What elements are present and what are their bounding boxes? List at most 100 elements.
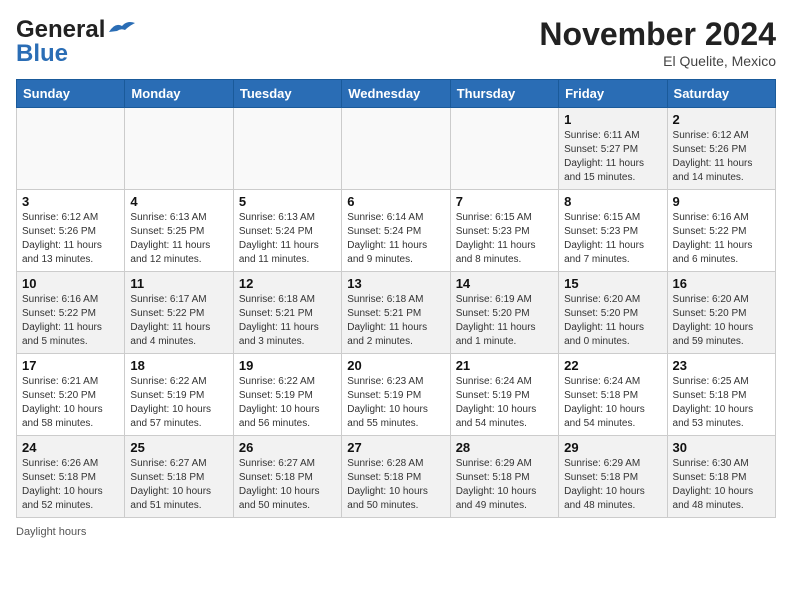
calendar-day-header: Friday xyxy=(559,80,667,108)
day-info: Sunrise: 6:18 AM Sunset: 5:21 PM Dayligh… xyxy=(239,293,336,349)
day-number: 22 xyxy=(564,358,661,373)
calendar-cell xyxy=(125,108,233,190)
calendar-cell: 20Sunrise: 6:23 AM Sunset: 5:19 PM Dayli… xyxy=(342,354,450,436)
day-number: 24 xyxy=(22,440,119,455)
title-block: November 2024 El Quelite, Mexico xyxy=(539,16,776,69)
day-info: Sunrise: 6:16 AM Sunset: 5:22 PM Dayligh… xyxy=(22,293,119,349)
calendar-week-row: 1 Sunrise: 6:11 AM Sunset: 5:27 PM Daylig… xyxy=(17,108,776,190)
day-info: Sunrise: 6:20 AM Sunset: 5:20 PM Dayligh… xyxy=(673,293,770,349)
calendar-cell: 1 Sunrise: 6:11 AM Sunset: 5:27 PM Daylig… xyxy=(559,108,667,190)
day-number: 25 xyxy=(130,440,227,455)
day-info: Sunrise: 6:12 AM Sunset: 5:26 PM Dayligh… xyxy=(22,211,119,267)
calendar-cell: 7Sunrise: 6:15 AM Sunset: 5:23 PM Daylig… xyxy=(450,190,558,272)
calendar-cell: 22 Sunrise: 6:24 AM Sunset: 5:18 PM Dayli… xyxy=(559,354,667,436)
calendar-cell: 21Sunrise: 6:24 AM Sunset: 5:19 PM Dayli… xyxy=(450,354,558,436)
calendar-cell: 2 Sunrise: 6:12 AM Sunset: 5:26 PM Daylig… xyxy=(667,108,775,190)
calendar-cell: 13 Sunrise: 6:18 AM Sunset: 5:21 PM Dayli… xyxy=(342,272,450,354)
day-info: Sunrise: 6:27 AM Sunset: 5:18 PM Dayligh… xyxy=(239,457,336,513)
page-header: General Blue November 2024 El Quelite, M… xyxy=(16,16,776,69)
calendar-cell: 14 Sunrise: 6:19 AM Sunset: 5:20 PM Dayli… xyxy=(450,272,558,354)
day-number: 26 xyxy=(239,440,336,455)
calendar-cell xyxy=(17,108,125,190)
day-info: Sunrise: 6:29 AM Sunset: 5:18 PM Dayligh… xyxy=(456,457,553,513)
day-info: Sunrise: 6:15 AM Sunset: 5:23 PM Dayligh… xyxy=(564,211,661,267)
day-info: Sunrise: 6:24 AM Sunset: 5:18 PM Dayligh… xyxy=(564,375,661,431)
calendar-week-row: 10 Sunrise: 6:16 AM Sunset: 5:22 PM Dayli… xyxy=(17,272,776,354)
calendar-cell xyxy=(233,108,341,190)
calendar-cell: 27Sunrise: 6:28 AM Sunset: 5:18 PM Dayli… xyxy=(342,436,450,518)
day-info: Sunrise: 6:13 AM Sunset: 5:24 PM Dayligh… xyxy=(239,211,336,267)
day-number: 18 xyxy=(130,358,227,373)
calendar-cell: 17 Sunrise: 6:21 AM Sunset: 5:20 PM Dayli… xyxy=(17,354,125,436)
day-number: 6 xyxy=(347,194,444,209)
day-info: Sunrise: 6:22 AM Sunset: 5:19 PM Dayligh… xyxy=(239,375,336,431)
day-info: Sunrise: 6:26 AM Sunset: 5:18 PM Dayligh… xyxy=(22,457,119,513)
day-info: Sunrise: 6:19 AM Sunset: 5:20 PM Dayligh… xyxy=(456,293,553,349)
day-info: Sunrise: 6:13 AM Sunset: 5:25 PM Dayligh… xyxy=(130,211,227,267)
calendar-cell: 6 Sunrise: 6:14 AM Sunset: 5:24 PM Daylig… xyxy=(342,190,450,272)
calendar-cell: 26 Sunrise: 6:27 AM Sunset: 5:18 PM Dayli… xyxy=(233,436,341,518)
day-info: Sunrise: 6:20 AM Sunset: 5:20 PM Dayligh… xyxy=(564,293,661,349)
calendar-day-header: Wednesday xyxy=(342,80,450,108)
day-info: Sunrise: 6:14 AM Sunset: 5:24 PM Dayligh… xyxy=(347,211,444,267)
day-number: 1 xyxy=(564,112,661,127)
day-number: 16 xyxy=(673,276,770,291)
day-number: 9 xyxy=(673,194,770,209)
day-number: 23 xyxy=(673,358,770,373)
daylight-label: Daylight hours xyxy=(16,526,86,538)
day-number: 29 xyxy=(564,440,661,455)
calendar-day-header: Sunday xyxy=(17,80,125,108)
calendar-cell: 12 Sunrise: 6:18 AM Sunset: 5:21 PM Dayli… xyxy=(233,272,341,354)
day-info: Sunrise: 6:30 AM Sunset: 5:18 PM Dayligh… xyxy=(673,457,770,513)
calendar-cell: 15 Sunrise: 6:20 AM Sunset: 5:20 PM Dayli… xyxy=(559,272,667,354)
calendar-day-header: Thursday xyxy=(450,80,558,108)
footer: Daylight hours xyxy=(16,526,776,538)
day-number: 28 xyxy=(456,440,553,455)
day-info: Sunrise: 6:25 AM Sunset: 5:18 PM Dayligh… xyxy=(673,375,770,431)
day-number: 7 xyxy=(456,194,553,209)
day-info: Sunrise: 6:18 AM Sunset: 5:21 PM Dayligh… xyxy=(347,293,444,349)
day-number: 30 xyxy=(673,440,770,455)
calendar-cell xyxy=(342,108,450,190)
day-number: 12 xyxy=(239,276,336,291)
calendar-cell: 5 Sunrise: 6:13 AM Sunset: 5:24 PM Daylig… xyxy=(233,190,341,272)
calendar-header-row: SundayMondayTuesdayWednesdayThursdayFrid… xyxy=(17,80,776,108)
day-number: 20 xyxy=(347,358,444,373)
day-number: 21 xyxy=(456,358,553,373)
calendar-body: 1 Sunrise: 6:11 AM Sunset: 5:27 PM Daylig… xyxy=(17,108,776,518)
calendar-table: SundayMondayTuesdayWednesdayThursdayFrid… xyxy=(16,79,776,518)
calendar-cell xyxy=(450,108,558,190)
day-number: 19 xyxy=(239,358,336,373)
day-number: 15 xyxy=(564,276,661,291)
calendar-cell: 23 Sunrise: 6:25 AM Sunset: 5:18 PM Dayli… xyxy=(667,354,775,436)
calendar-day-header: Saturday xyxy=(667,80,775,108)
month-title: November 2024 xyxy=(539,16,776,53)
day-number: 8 xyxy=(564,194,661,209)
day-number: 5 xyxy=(239,194,336,209)
calendar-day-header: Tuesday xyxy=(233,80,341,108)
day-number: 11 xyxy=(130,276,227,291)
calendar-cell: 24 Sunrise: 6:26 AM Sunset: 5:18 PM Dayli… xyxy=(17,436,125,518)
calendar-cell: 19 Sunrise: 6:22 AM Sunset: 5:19 PM Dayli… xyxy=(233,354,341,436)
day-number: 4 xyxy=(130,194,227,209)
day-number: 2 xyxy=(673,112,770,127)
day-info: Sunrise: 6:12 AM Sunset: 5:26 PM Dayligh… xyxy=(673,129,770,185)
logo: General Blue xyxy=(16,16,137,68)
calendar-cell: 18Sunrise: 6:22 AM Sunset: 5:19 PM Dayli… xyxy=(125,354,233,436)
day-info: Sunrise: 6:27 AM Sunset: 5:18 PM Dayligh… xyxy=(130,457,227,513)
calendar-cell: 11 Sunrise: 6:17 AM Sunset: 5:22 PM Dayli… xyxy=(125,272,233,354)
day-number: 10 xyxy=(22,276,119,291)
calendar-week-row: 24 Sunrise: 6:26 AM Sunset: 5:18 PM Dayli… xyxy=(17,436,776,518)
location: El Quelite, Mexico xyxy=(539,53,776,69)
calendar-cell: 10 Sunrise: 6:16 AM Sunset: 5:22 PM Dayli… xyxy=(17,272,125,354)
calendar-cell: 16 Sunrise: 6:20 AM Sunset: 5:20 PM Dayli… xyxy=(667,272,775,354)
calendar-cell: 28 Sunrise: 6:29 AM Sunset: 5:18 PM Dayli… xyxy=(450,436,558,518)
day-info: Sunrise: 6:11 AM Sunset: 5:27 PM Dayligh… xyxy=(564,129,661,185)
day-number: 13 xyxy=(347,276,444,291)
day-number: 27 xyxy=(347,440,444,455)
day-info: Sunrise: 6:17 AM Sunset: 5:22 PM Dayligh… xyxy=(130,293,227,349)
day-number: 14 xyxy=(456,276,553,291)
day-info: Sunrise: 6:21 AM Sunset: 5:20 PM Dayligh… xyxy=(22,375,119,431)
logo-bird-icon xyxy=(107,18,137,38)
day-number: 17 xyxy=(22,358,119,373)
